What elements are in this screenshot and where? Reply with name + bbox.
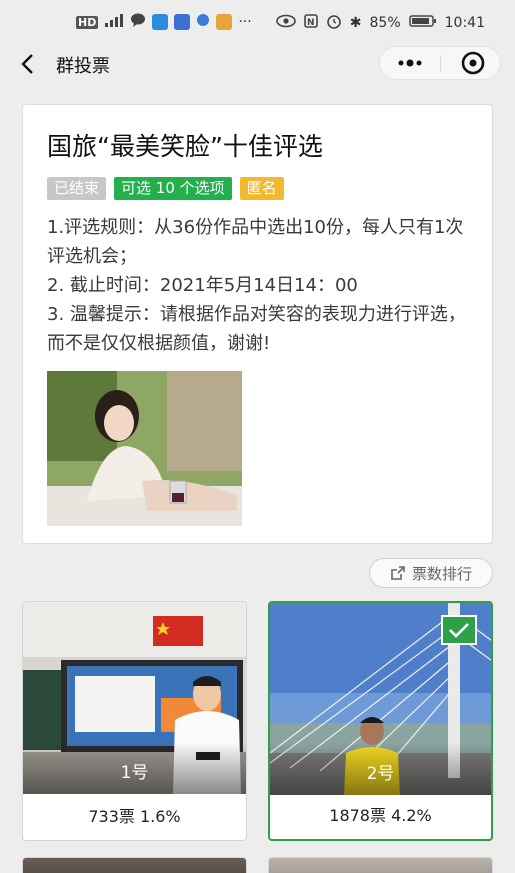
- svg-text:N: N: [307, 18, 315, 28]
- signal-icon: [104, 13, 124, 31]
- option-photo: [269, 858, 492, 873]
- poll-tags: 已结束 可选 10 个选项 匿名: [47, 177, 284, 200]
- app-icon: [216, 14, 233, 30]
- bluetooth-icon: ✱: [349, 15, 362, 31]
- status-bar: HD ··· N ✱ 85% 10:41: [0, 0, 515, 44]
- chat-icon: [130, 13, 146, 31]
- option-number: 2号: [270, 743, 491, 795]
- alarm-icon: [326, 13, 342, 33]
- vote-ranking-button[interactable]: 票数排行: [369, 558, 493, 588]
- external-link-icon: [391, 566, 405, 580]
- vote-count: 733票 1.6%: [88, 807, 181, 826]
- nfc-icon: N: [303, 14, 318, 32]
- rule-line: 3. 温馨提示：请根据作品对笑容的表现力进行评选，而不是仅仅根据颜值，谢谢!: [47, 304, 466, 354]
- selection-limit-badge: 可选 10 个选项: [114, 177, 232, 200]
- page-title: 群投票: [56, 56, 110, 77]
- target-icon: [461, 51, 485, 75]
- app-icon: [174, 14, 191, 30]
- more-button[interactable]: [380, 47, 440, 79]
- anonymous-badge: 匿名: [239, 177, 284, 200]
- nav-bar: 群投票: [0, 44, 515, 84]
- vote-option-card[interactable]: [268, 857, 493, 873]
- poll-description: 1.评选规则：从36份作品中选出10份，每人只有1次评选机会； 2. 截止时间：…: [47, 213, 477, 358]
- vote-option-card[interactable]: 2号 1878票 4.2%: [268, 601, 493, 841]
- app-icon: [196, 13, 210, 31]
- option-photo: 1号: [23, 602, 246, 794]
- more-notifications-icon: ···: [238, 14, 252, 30]
- cover-photo: [47, 371, 242, 526]
- poll-card: 国旅“最美笑脸”十佳评选 已结束 可选 10 个选项 匿名 1.评选规则：从36…: [22, 104, 493, 544]
- battery-icon: [408, 14, 437, 32]
- poll-title: 国旅“最美笑脸”十佳评选: [47, 132, 323, 161]
- mini-program-capsule: [379, 46, 501, 80]
- rule-line: 2. 截止时间：2021年5月14日14：00: [47, 275, 358, 296]
- status-left-icons: HD ···: [76, 13, 252, 31]
- battery-percent: 85%: [369, 15, 401, 31]
- vote-option-card[interactable]: [22, 857, 247, 873]
- poll-cover-image[interactable]: [47, 371, 242, 526]
- option-number: 1号: [23, 742, 246, 794]
- hd-indicator: HD: [76, 15, 99, 29]
- back-button[interactable]: [16, 50, 42, 78]
- status-right-icons: N ✱ 85% 10:41: [275, 13, 485, 33]
- rank-button-label: 票数排行: [411, 564, 472, 583]
- more-dots-icon: [398, 59, 422, 67]
- eye-icon: [275, 14, 296, 32]
- app-icon: [152, 14, 169, 30]
- status-badge: 已结束: [47, 177, 107, 200]
- chevron-left-icon: [21, 54, 33, 74]
- rule-line: 1.评选规则：从36份作品中选出10份，每人只有1次评选机会；: [47, 217, 464, 267]
- option-photo: [23, 858, 246, 873]
- clock: 10:41: [444, 15, 485, 31]
- close-mini-program-button[interactable]: [441, 47, 501, 79]
- vote-option-card[interactable]: 1号 733票 1.6%: [22, 601, 247, 841]
- selected-check-icon[interactable]: [441, 615, 477, 645]
- vote-count: 1878票 4.2%: [329, 806, 432, 825]
